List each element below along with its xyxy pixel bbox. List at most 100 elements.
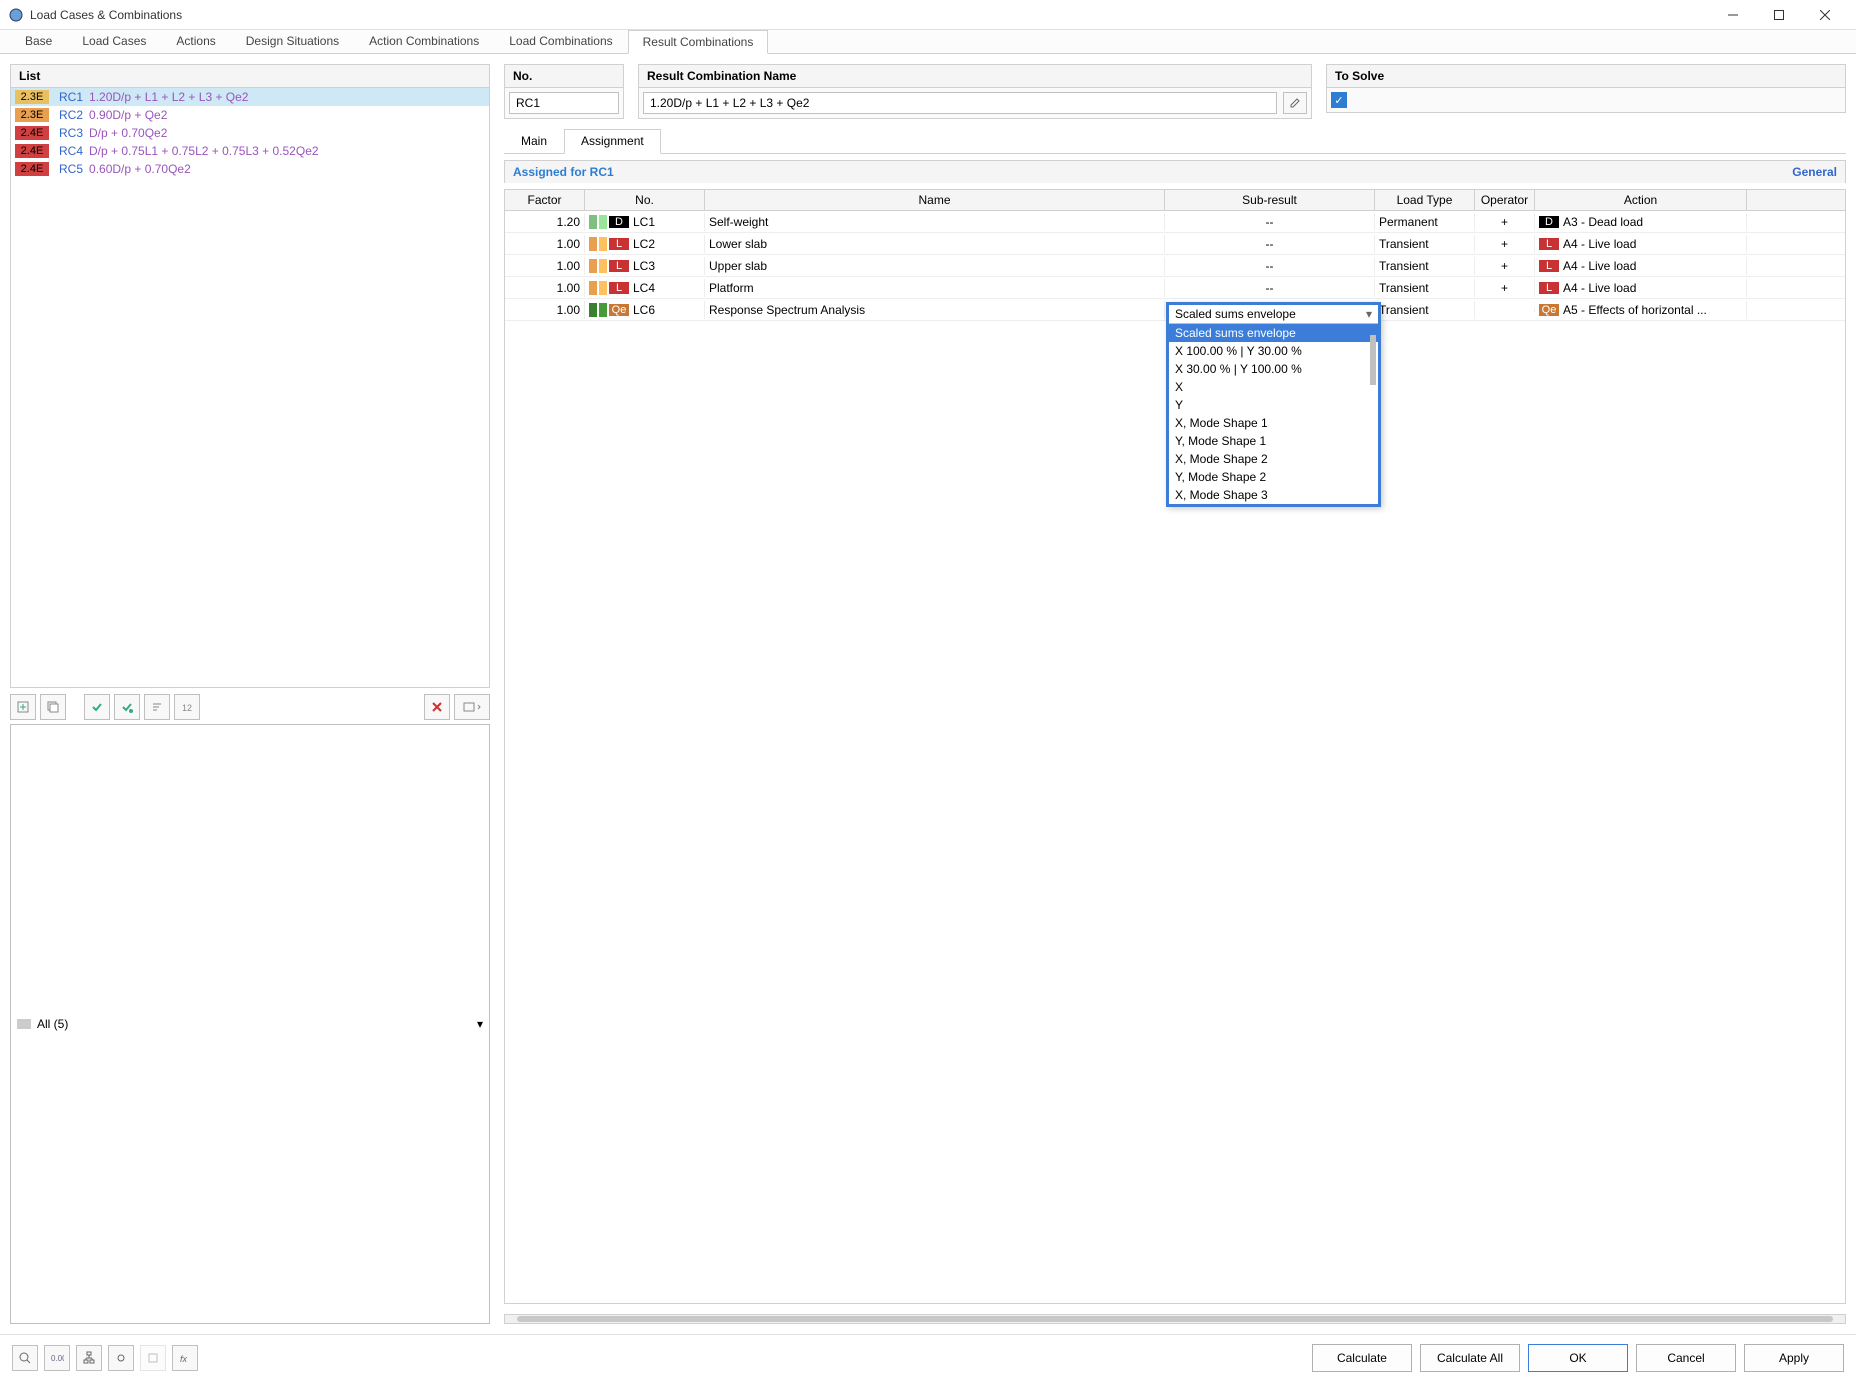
search-button[interactable] (12, 1345, 38, 1371)
horizontal-scrollbar[interactable] (504, 1314, 1846, 1324)
dropdown-option[interactable]: Y, Mode Shape 2 (1169, 468, 1378, 486)
table-row[interactable]: 1.00 LLC4 Platform -- Transient + LA4 - … (505, 277, 1845, 299)
cell-sub[interactable]: -- (1165, 257, 1375, 275)
cell-op[interactable]: + (1475, 235, 1535, 253)
dropdown-option[interactable]: Scaled sums envelope (1169, 324, 1378, 342)
units-button[interactable]: 0.00 (44, 1345, 70, 1371)
apply-button[interactable]: Apply (1744, 1344, 1844, 1372)
minimize-button[interactable] (1710, 0, 1756, 30)
col-name[interactable]: Name (705, 190, 1165, 210)
rc-list[interactable]: 2.3ERC11.20D/p + L1 + L2 + L3 + Qe22.3ER… (10, 87, 490, 688)
col-no[interactable]: No. (585, 190, 705, 210)
tab-load-combinations[interactable]: Load Combinations (494, 29, 627, 53)
copy-button[interactable] (40, 694, 66, 720)
col-sub[interactable]: Sub-result (1165, 190, 1375, 210)
tab-action-combinations[interactable]: Action Combinations (354, 29, 494, 53)
tab-design-situations[interactable]: Design Situations (231, 29, 354, 53)
cell-factor[interactable]: 1.00 (505, 279, 585, 297)
tab-result-combinations[interactable]: Result Combinations (628, 30, 769, 54)
number-button[interactable]: 12 (174, 694, 200, 720)
dropdown-option[interactable]: X, Mode Shape 1 (1169, 414, 1378, 432)
cell-factor[interactable]: 1.00 (505, 235, 585, 253)
dropdown-option[interactable]: Y (1169, 396, 1378, 414)
sub-tab-assignment[interactable]: Assignment (564, 129, 661, 154)
cell-op[interactable] (1475, 308, 1535, 312)
dropdown-option[interactable]: X 100.00 % | Y 30.00 % (1169, 342, 1378, 360)
filter-select[interactable]: All (5) ▾ (10, 724, 490, 1325)
col-load[interactable]: Load Type (1375, 190, 1475, 210)
list-item[interactable]: 2.3ERC11.20D/p + L1 + L2 + L3 + Qe2 (11, 88, 489, 106)
cell-op[interactable]: + (1475, 213, 1535, 231)
list-item[interactable]: 2.3ERC20.90D/p + Qe2 (11, 106, 489, 124)
cancel-button[interactable]: Cancel (1636, 1344, 1736, 1372)
cell-action[interactable]: LA4 - Live load (1535, 279, 1747, 297)
cell-no[interactable]: QeLC6 (585, 301, 705, 319)
cell-name[interactable]: Platform (705, 279, 1165, 297)
name-input[interactable] (643, 92, 1277, 114)
cell-op[interactable]: + (1475, 257, 1535, 275)
cell-action[interactable]: LA4 - Live load (1535, 235, 1747, 253)
cell-load[interactable]: Transient (1375, 279, 1475, 297)
cell-load[interactable]: Transient (1375, 235, 1475, 253)
dropdown-selected[interactable]: Scaled sums envelope ▾ (1169, 305, 1378, 324)
new-button[interactable] (10, 694, 36, 720)
link-button[interactable] (108, 1345, 134, 1371)
maximize-button[interactable] (1756, 0, 1802, 30)
cell-no[interactable]: LLC4 (585, 279, 705, 297)
cell-name[interactable]: Response Spectrum Analysis (705, 301, 1165, 319)
cell-name[interactable]: Upper slab (705, 257, 1165, 275)
cell-factor[interactable]: 1.20 (505, 213, 585, 231)
check-button[interactable] (84, 694, 110, 720)
close-button[interactable] (1802, 0, 1848, 30)
sort-button[interactable] (144, 694, 170, 720)
general-link[interactable]: General (1792, 165, 1837, 179)
table-row[interactable]: 1.20 DLC1 Self-weight -- Permanent + DA3… (505, 211, 1845, 233)
cell-load[interactable]: Transient (1375, 301, 1475, 319)
check2-button[interactable] (114, 694, 140, 720)
tab-base[interactable]: Base (10, 29, 67, 53)
dropdown-option[interactable]: Y, Mode Shape 1 (1169, 432, 1378, 450)
cell-sub[interactable]: -- (1165, 213, 1375, 231)
cell-no[interactable]: DLC1 (585, 213, 705, 231)
cell-no[interactable]: LLC3 (585, 257, 705, 275)
dropdown-scrollbar[interactable] (1370, 335, 1376, 385)
sub-result-dropdown[interactable]: Scaled sums envelope ▾ Scaled sums envel… (1166, 302, 1381, 507)
dropdown-option[interactable]: X 30.00 % | Y 100.00 % (1169, 360, 1378, 378)
cell-action[interactable]: LA4 - Live load (1535, 257, 1747, 275)
cell-name[interactable]: Lower slab (705, 235, 1165, 253)
cell-name[interactable]: Self-weight (705, 213, 1165, 231)
cell-sub[interactable]: -- (1165, 235, 1375, 253)
dropdown-option[interactable]: X, Mode Shape 2 (1169, 450, 1378, 468)
cell-load[interactable]: Permanent (1375, 213, 1475, 231)
tab-actions[interactable]: Actions (161, 29, 230, 53)
cell-no[interactable]: LLC2 (585, 235, 705, 253)
edit-name-button[interactable] (1283, 92, 1307, 114)
cell-action[interactable]: QeA5 - Effects of horizontal ... (1535, 301, 1747, 319)
dropdown-option[interactable]: X, Mode Shape 3 (1169, 486, 1378, 504)
cell-sub[interactable]: -- (1165, 279, 1375, 297)
cell-load[interactable]: Transient (1375, 257, 1475, 275)
list-item[interactable]: 2.4ERC50.60D/p + 0.70Qe2 (11, 160, 489, 178)
settings-button[interactable] (140, 1345, 166, 1371)
dropdown-option[interactable]: X (1169, 378, 1378, 396)
table-row[interactable]: 1.00 LLC2 Lower slab -- Transient + LA4 … (505, 233, 1845, 255)
cell-factor[interactable]: 1.00 (505, 301, 585, 319)
cell-action[interactable]: DA3 - Dead load (1535, 213, 1747, 231)
no-input[interactable] (509, 92, 619, 114)
col-action[interactable]: Action (1535, 190, 1747, 210)
tab-load-cases[interactable]: Load Cases (67, 29, 161, 53)
solve-checkbox[interactable]: ✓ (1331, 92, 1347, 108)
list-item[interactable]: 2.4ERC4D/p + 0.75L1 + 0.75L2 + 0.75L3 + … (11, 142, 489, 160)
col-op[interactable]: Operator (1475, 190, 1535, 210)
delete-button[interactable] (424, 694, 450, 720)
tree-button[interactable] (76, 1345, 102, 1371)
table-row[interactable]: 1.00 LLC3 Upper slab -- Transient + LA4 … (505, 255, 1845, 277)
col-factor[interactable]: Factor (505, 190, 585, 210)
sub-tab-main[interactable]: Main (504, 129, 564, 153)
calculate-button[interactable]: Calculate (1312, 1344, 1412, 1372)
cell-op[interactable]: + (1475, 279, 1535, 297)
ok-button[interactable]: OK (1528, 1344, 1628, 1372)
calculate-all-button[interactable]: Calculate All (1420, 1344, 1520, 1372)
list-item[interactable]: 2.4ERC3D/p + 0.70Qe2 (11, 124, 489, 142)
expand-button[interactable] (454, 694, 490, 720)
